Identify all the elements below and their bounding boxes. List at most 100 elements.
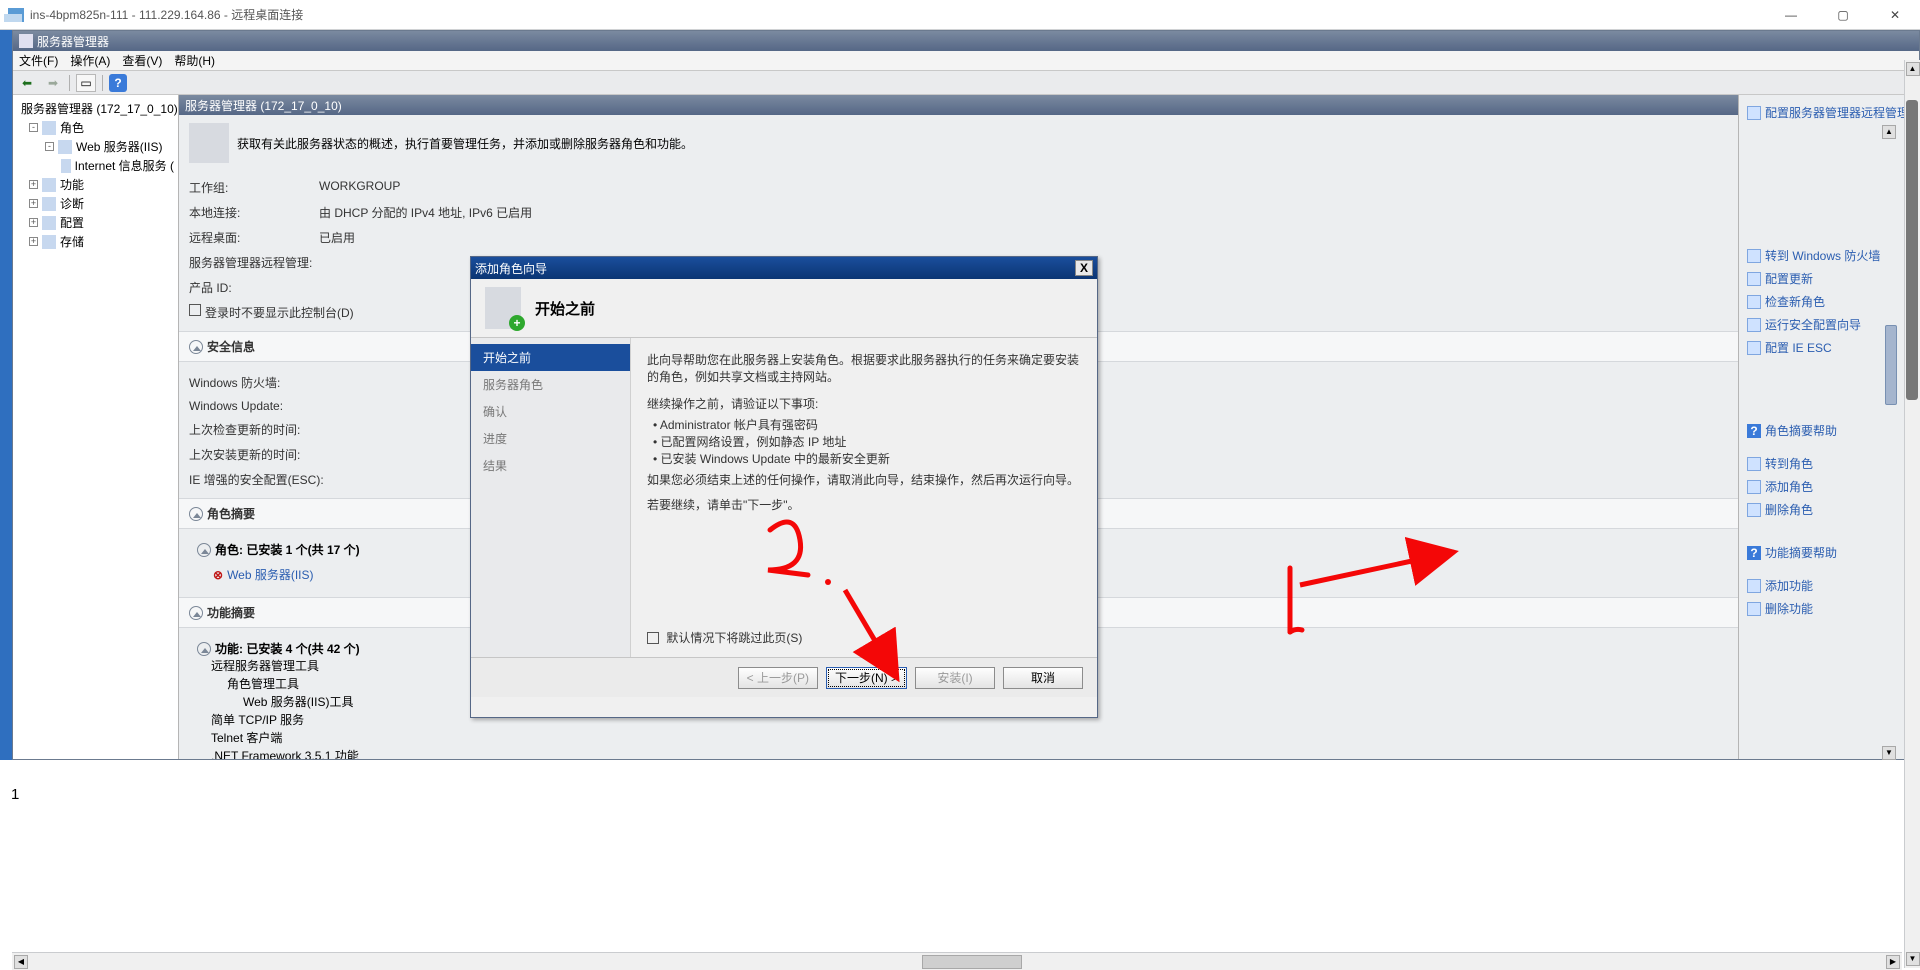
wizard-next-button[interactable]: 下一步(N) > (826, 667, 907, 689)
wizard-header-icon (485, 287, 521, 329)
collapse-icon[interactable] (189, 606, 203, 620)
goto-icon (1747, 457, 1761, 471)
ie-icon (1747, 341, 1761, 355)
product-id-label: 产品 ID: (189, 279, 319, 296)
wizard-main-text: 此向导帮助您在此服务器上安装角色。根据要求此服务器执行的任务来确定要安装的角色，… (631, 338, 1097, 657)
bottom-scrollbar[interactable]: ◀ ▶ (12, 952, 1902, 970)
stray-text: 1 (11, 786, 19, 803)
toolbar-help-button[interactable]: ? (109, 74, 127, 92)
scroll-down-button[interactable]: ▼ (1882, 746, 1896, 760)
wizard-footer: < 上一步(P) 下一步(N) > 安装(I) 取消 (471, 657, 1097, 697)
skip-label: 默认情况下将跳过此页(S) (666, 631, 802, 645)
wizard-step-roles[interactable]: 服务器角色 (471, 371, 630, 398)
menu-bar: 文件(F) 操作(A) 查看(V) 帮助(H) (13, 51, 1919, 71)
left-accent-bar (0, 30, 12, 760)
tree-storage[interactable]: 存储 (60, 233, 84, 250)
tree-expander[interactable]: + (29, 180, 38, 189)
winupdate-label: Windows Update: (189, 399, 319, 413)
menu-help[interactable]: 帮助(H) (174, 52, 215, 69)
menu-view[interactable]: 查看(V) (122, 52, 162, 69)
help-icon: ? (1747, 424, 1761, 438)
tree-root[interactable]: 服务器管理器 (172_17_0_10) (21, 100, 178, 117)
wizard-p2: 继续操作之前，请验证以下事项: (647, 396, 1081, 413)
rdp-minimize-button[interactable]: — (1774, 0, 1808, 30)
back-button[interactable]: ⬅ (17, 74, 37, 92)
server-manager-title-text: 服务器管理器 (37, 33, 109, 50)
wizard-header: 开始之前 (471, 279, 1097, 337)
dont-show-console-label: 登录时不要显示此控制台(D) (205, 304, 354, 321)
remove-icon (1747, 503, 1761, 517)
menu-file[interactable]: 文件(F) (19, 52, 58, 69)
rdp-title-text: ins-4bpm825n-111 - 111.229.164.86 - 远程桌面… (30, 0, 303, 30)
tree-config[interactable]: 配置 (60, 214, 84, 231)
rdp-close-button[interactable]: ✕ (1878, 0, 1912, 30)
hscroll-left[interactable]: ◀ (14, 955, 28, 969)
menu-action[interactable]: 操作(A) (70, 52, 110, 69)
scroll-thumb[interactable] (1885, 325, 1897, 405)
wizard-titlebar[interactable]: 添加角色向导 X (471, 257, 1097, 279)
wizard-p3: 如果您必须结束上述的任何操作，请取消此向导，结束操作，然后再次运行向导。 (647, 472, 1081, 489)
wizard-p4: 若要继续，请单击"下一步"。 (647, 497, 1081, 514)
rdp-titlebar: ins-4bpm825n-111 - 111.229.164.86 - 远程桌面… (0, 0, 1920, 30)
tree-expander[interactable]: + (29, 218, 38, 227)
wizard-prev-button: < 上一步(P) (738, 667, 818, 689)
tree-iis[interactable]: Web 服务器(IIS) (76, 138, 162, 155)
wizard-step-before[interactable]: 开始之前 (471, 344, 630, 371)
wizard-steps-list: 开始之前 服务器角色 确认 进度 结果 (471, 338, 631, 657)
tree-inet[interactable]: Internet 信息服务 ( (75, 157, 174, 174)
tree-expander[interactable]: + (29, 199, 38, 208)
lastinstall-label: 上次安装更新的时间: (189, 446, 369, 463)
help-icon: ? (1747, 546, 1761, 560)
main-header: 服务器管理器 (172_17_0_10) (179, 95, 1738, 115)
server-description: 获取有关此服务器状态的概述，执行首要管理任务，并添加或删除服务器角色和功能。 (237, 135, 693, 152)
wizard-step-confirm[interactable]: 确认 (471, 398, 630, 425)
iis-icon (58, 140, 72, 154)
workgroup-value: WORKGROUP (319, 179, 1728, 196)
toolbar-props-button[interactable]: ▭ (76, 74, 96, 92)
outer-scrollbar[interactable]: ▲ ▼ (1904, 60, 1920, 968)
wizard-p1: 此向导帮助您在此服务器上安装角色。根据要求此服务器执行的任务来确定要安装的角色，… (647, 352, 1081, 386)
ieesc-label: IE 增强的安全配置(ESC): (189, 471, 389, 488)
diag-icon (42, 197, 56, 211)
scroll-up-button[interactable]: ▲ (1882, 125, 1896, 139)
tree-expander[interactable]: + (29, 237, 38, 246)
update-icon (1747, 272, 1761, 286)
collapse-icon[interactable] (197, 642, 211, 656)
rdp-maximize-button[interactable]: ▢ (1826, 0, 1860, 30)
tree-roles[interactable]: 角色 (60, 119, 84, 136)
dont-show-console-checkbox[interactable] (189, 304, 201, 316)
add-icon (1747, 579, 1761, 593)
tree-features[interactable]: 功能 (60, 176, 84, 193)
outer-scroll-thumb[interactable] (1906, 100, 1918, 400)
link-cfg-remote[interactable]: 配置服务器管理器远程管理 (1747, 101, 1911, 124)
outer-scroll-down[interactable]: ▼ (1906, 952, 1920, 966)
remove-icon (1747, 602, 1761, 616)
skip-checkbox[interactable] (647, 632, 659, 644)
wizard-close-button[interactable]: X (1075, 260, 1093, 276)
wizard-icon (1747, 318, 1761, 332)
hscroll-thumb[interactable] (922, 955, 1022, 969)
wizard-step-result[interactable]: 结果 (471, 452, 630, 479)
wizard-install-button: 安装(I) (915, 667, 995, 689)
collapse-icon[interactable] (189, 340, 203, 354)
tree-diag[interactable]: 诊断 (60, 195, 84, 212)
tree-pane[interactable]: 服务器管理器 (172_17_0_10) -角色 -Web 服务器(IIS) I… (13, 95, 179, 759)
lastcheck-label: 上次检查更新的时间: (189, 421, 369, 438)
collapse-icon[interactable] (197, 543, 211, 557)
collapse-icon[interactable] (189, 507, 203, 521)
wizard-header-text: 开始之前 (535, 298, 595, 319)
firewall-label: Windows 防火墙: (189, 374, 319, 391)
workgroup-label: 工作组: (189, 179, 319, 196)
role-iis-link[interactable]: Web 服务器(IIS) (227, 568, 313, 582)
features-icon (42, 178, 56, 192)
tree-expander[interactable]: - (29, 123, 38, 132)
rdp-icon (8, 8, 24, 22)
forward-button[interactable]: ➡ (43, 74, 63, 92)
gear-icon (1747, 106, 1761, 120)
tree-expander[interactable]: - (45, 142, 54, 151)
hscroll-right[interactable]: ▶ (1886, 955, 1900, 969)
outer-scroll-up[interactable]: ▲ (1906, 62, 1920, 76)
wizard-cancel-button[interactable]: 取消 (1003, 667, 1083, 689)
wizard-step-progress[interactable]: 进度 (471, 425, 630, 452)
server-manager-titlebar[interactable]: 服务器管理器 (13, 31, 1919, 51)
